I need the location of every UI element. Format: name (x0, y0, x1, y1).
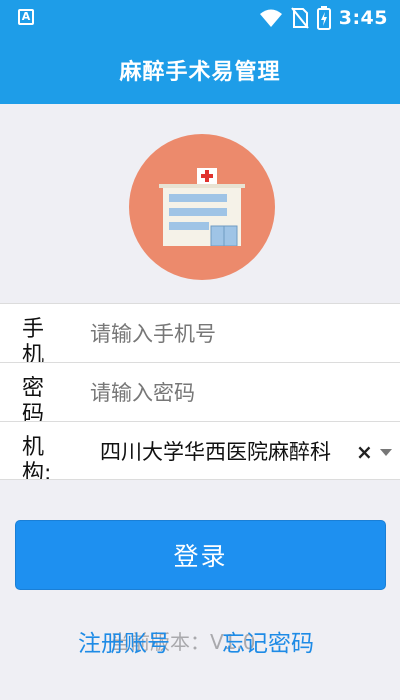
forgot-password-link[interactable]: 忘记密码 (222, 624, 314, 658)
app-logo (129, 134, 275, 280)
institution-row: 机构: 四川大学华西医院麻醉科 × (0, 421, 400, 480)
password-row: 密码 (0, 362, 400, 421)
register-link[interactable]: 注册账号 (78, 624, 170, 658)
page-title: 麻醉手术易管理 (119, 60, 281, 85)
no-sim-icon (290, 7, 309, 29)
institution-label: 机构: (22, 435, 52, 480)
bottom-links: 当前版本：V1.0 注册账号 忘记密码 (0, 624, 400, 658)
app-bar: 麻醉手术易管理 (0, 36, 400, 104)
phone-label: 手机 (22, 317, 45, 362)
app-notification-icon: A (18, 9, 34, 25)
status-time: 3:45 (338, 7, 388, 29)
password-label: 密码 (22, 376, 45, 421)
institution-value: 四川大学华西医院麻醉科 (100, 440, 331, 464)
login-button[interactable]: 登录 (15, 520, 386, 590)
password-input[interactable] (90, 379, 380, 407)
battery-charging-icon (316, 6, 331, 30)
hospital-icon (159, 168, 245, 246)
institution-select[interactable]: 四川大学华西医院麻醉科 × (100, 437, 392, 467)
clear-icon[interactable]: × (356, 439, 373, 465)
wifi-icon (259, 9, 282, 27)
phone-row: 手机 (0, 303, 400, 362)
login-form: 手机 密码 机构: 四川大学华西医院麻醉科 × (0, 303, 400, 480)
status-icons: 3:45 (259, 6, 388, 30)
phone-input[interactable] (90, 320, 380, 348)
chevron-down-icon[interactable] (380, 449, 392, 456)
status-bar: A 3:45 (0, 0, 400, 36)
